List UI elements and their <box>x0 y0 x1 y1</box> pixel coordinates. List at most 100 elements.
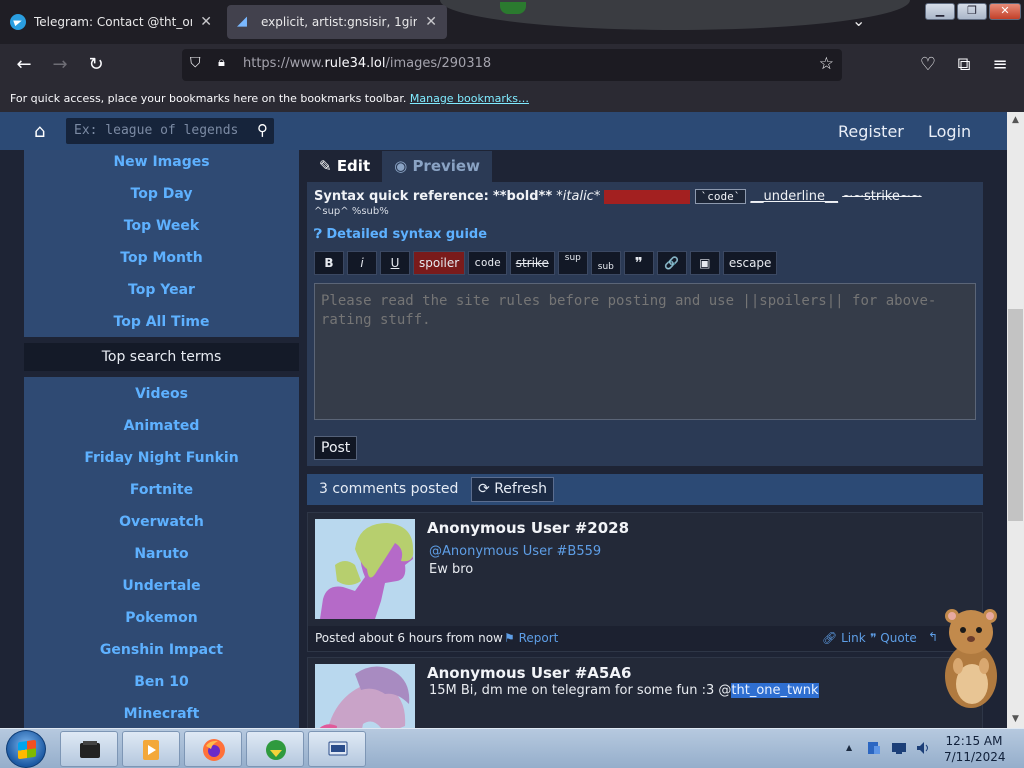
code-sample: `code` <box>694 189 747 204</box>
taskbar-app-firefox[interactable] <box>184 731 242 767</box>
quote-icon: ❞ <box>870 631 877 645</box>
sidebar-term-genshin[interactable]: Genshin Impact <box>24 638 299 670</box>
tracking-shield-icon[interactable]: ⛉ <box>190 55 201 71</box>
syntax-guide-link[interactable]: ❓︎ Detailed syntax guide <box>314 227 487 242</box>
post-button[interactable]: Post <box>314 436 358 460</box>
list-all-tabs-icon[interactable]: ⌄ <box>852 11 865 30</box>
extensions-puzzle-icon[interactable]: ⧉ <box>952 53 976 77</box>
browser-tab-telegram[interactable]: Telegram: Contact @tht_one_twnk ✕ <box>0 5 222 39</box>
link-icon[interactable]: 🔗 <box>656 251 687 275</box>
escape-button[interactable]: escape <box>722 251 778 275</box>
page-content: New Images Top Day Top Week Top Month To… <box>0 150 1007 728</box>
browser-tab-active[interactable]: ◢ explicit, artist:gnsisir, 1girl, 2024 … <box>227 5 447 39</box>
sidebar-term-fortnite[interactable]: Fortnite <box>24 478 299 510</box>
page-scrollbar[interactable]: ▲ ▼ <box>1007 112 1024 728</box>
sidebar-term-naruto[interactable]: Naruto <box>24 542 299 574</box>
comment-textarea[interactable] <box>315 284 975 419</box>
reload-icon[interactable]: ↻ <box>84 53 108 77</box>
spoiler-button[interactable]: spoiler <box>413 251 466 275</box>
tab-preview[interactable]: ◉ Preview <box>382 151 492 182</box>
search-input[interactable]: Ex: league of legends <box>74 123 246 138</box>
sidebar-term-overwatch[interactable]: Overwatch <box>24 510 299 542</box>
scroll-up-arrow-icon[interactable]: ▲ <box>1007 112 1024 129</box>
comment-author[interactable]: Anonymous User #2028 <box>427 519 629 537</box>
selected-text[interactable]: tht_one_twnk <box>731 683 819 698</box>
underline-button[interactable]: U <box>380 251 410 275</box>
system-clock[interactable]: 12:15 AM 7/11/2024 <box>944 733 1006 765</box>
forward-arrow-icon[interactable]: → <box>48 53 72 77</box>
search-icon[interactable]: ⚲ <box>257 121 268 139</box>
help-circle-icon: ❓︎ <box>314 227 322 242</box>
refresh-button[interactable]: ⟳ Refresh <box>471 477 555 502</box>
action-center-icon[interactable] <box>866 740 882 756</box>
sidebar-item-new-images[interactable]: New Images <box>24 150 299 182</box>
sidebar-term-animated[interactable]: Animated <box>24 414 299 446</box>
sidebar-item-top-week[interactable]: Top Week <box>24 214 299 246</box>
comment-footer: Posted about 6 hours from now ⚑ Report 🔗… <box>308 626 982 651</box>
sidebar-item-top-day[interactable]: Top Day <box>24 182 299 214</box>
tray-expand-icon[interactable]: ▲ <box>846 743 852 752</box>
superscript-button[interactable]: sup <box>557 251 588 275</box>
sidebar-term-pokemon[interactable]: Pokemon <box>24 606 299 638</box>
quote-button[interactable]: ❞ Quote <box>870 631 917 645</box>
permalink-button[interactable]: 🔗︎ Link <box>822 631 866 645</box>
tab-edit[interactable]: ✎ Edit <box>307 151 383 182</box>
strike-button[interactable]: strike <box>509 251 555 275</box>
window-restore-button[interactable]: ❐ <box>957 3 987 20</box>
network-icon[interactable] <box>891 740 907 756</box>
taskbar-app-media-player[interactable] <box>122 731 180 767</box>
url-text[interactable]: https://www.rule34.lol/images/290318 <box>243 56 491 71</box>
login-link[interactable]: Login <box>928 122 971 141</box>
window-close-button[interactable]: ✕ <box>989 3 1021 20</box>
home-icon[interactable]: ⌂ <box>34 121 45 142</box>
volume-icon[interactable] <box>915 740 931 756</box>
hamburger-menu-icon[interactable]: ≡ <box>988 53 1012 77</box>
taskbar-app-download-manager[interactable] <box>246 731 304 767</box>
comment-mention[interactable]: @Anonymous User #B559 <box>429 544 601 559</box>
sidebar-item-top-month[interactable]: Top Month <box>24 246 299 278</box>
code-button[interactable]: code <box>468 251 507 275</box>
manage-bookmarks-link[interactable]: Manage bookmarks… <box>410 92 529 105</box>
pocket-icon[interactable]: ♡ <box>916 53 940 77</box>
site-search-box[interactable]: Ex: league of legends ⚲ <box>66 118 274 144</box>
comment-timestamp: Posted about 6 hours from now <box>315 631 503 645</box>
scroll-down-arrow-icon[interactable]: ▼ <box>1007 711 1024 728</box>
scroll-thumb[interactable] <box>1008 309 1023 521</box>
image-icon[interactable]: ▣ <box>689 251 720 275</box>
hamster-sticker-image <box>945 609 997 708</box>
sidebar-term-fnf[interactable]: Friday Night Funkin <box>24 446 299 478</box>
sidebar-term-minecraft[interactable]: Minecraft <box>24 702 299 728</box>
address-bar[interactable]: ⛉ 🔒︎ https://www.rule34.lol/images/29031… <box>182 49 842 81</box>
bookmark-star-icon[interactable]: ☆ <box>819 54 834 74</box>
sidebar-item-top-all-time[interactable]: Top All Time <box>24 310 299 342</box>
quote-icon[interactable]: ❞ <box>623 251 654 275</box>
window-minimize-button[interactable]: ▁ <box>925 3 955 20</box>
reply-icon[interactable]: ↰ <box>928 630 938 644</box>
media-player-icon <box>143 740 159 760</box>
report-button[interactable]: ⚑ Report <box>504 631 558 645</box>
italic-button[interactable]: i <box>347 251 377 275</box>
telegram-icon <box>10 14 26 30</box>
syntax-quick-reference: Syntax quick reference: **bold** *italic… <box>314 189 922 204</box>
sidebar-term-ben10[interactable]: Ben 10 <box>24 670 299 702</box>
taskbar-app-on-screen-keyboard[interactable] <box>308 731 366 767</box>
sidebar-term-videos[interactable]: Videos <box>24 382 299 414</box>
comments-header: 3 comments posted ⟳ Refresh <box>307 474 983 505</box>
browser-tab-bar: Telegram: Contact @tht_one_twnk ✕ ◢ expl… <box>0 0 1024 44</box>
comment-author[interactable]: Anonymous User #A5A6 <box>427 664 631 682</box>
lock-icon[interactable]: 🔒︎ <box>218 55 225 70</box>
tab-title: Telegram: Contact @tht_one_twnk <box>34 15 192 29</box>
close-tab-icon[interactable]: ✕ <box>425 14 437 30</box>
sidebar-item-top-year[interactable]: Top Year <box>24 278 299 310</box>
start-button[interactable] <box>6 730 46 768</box>
top-search-terms-heading: Top search terms <box>24 343 299 371</box>
windows-logo-icon <box>18 739 36 760</box>
bold-button[interactable]: B <box>314 251 344 275</box>
taskbar-app-media-center[interactable] <box>60 731 118 767</box>
back-arrow-icon[interactable]: ← <box>12 53 36 77</box>
close-tab-icon[interactable]: ✕ <box>200 14 212 30</box>
register-link[interactable]: Register <box>838 122 904 141</box>
subscript-button[interactable]: sub <box>590 251 621 275</box>
media-device-icon <box>80 741 100 758</box>
sidebar-term-undertale[interactable]: Undertale <box>24 574 299 606</box>
